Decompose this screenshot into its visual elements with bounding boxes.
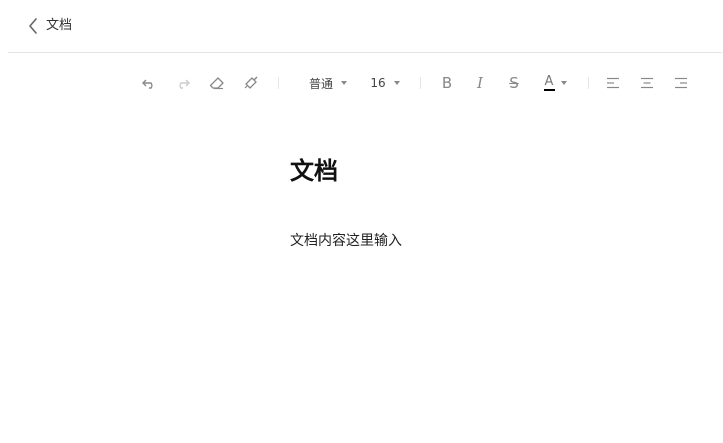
font-color-glyph: A <box>544 73 554 89</box>
strikethrough-icon: S <box>509 73 519 92</box>
header-bar: 文档 <box>0 0 723 52</box>
back-label: 文档 <box>46 18 73 33</box>
toolbar-divider <box>278 77 279 89</box>
font-color-button[interactable]: A <box>538 70 572 96</box>
caret-down-icon <box>560 81 567 85</box>
italic-button[interactable]: I <box>470 70 490 96</box>
document-body[interactable]: 文档内容这里输入 <box>290 230 402 252</box>
redo-button[interactable] <box>173 70 193 96</box>
caret-down-icon <box>393 81 400 85</box>
align-left-icon <box>606 77 620 89</box>
undo-button[interactable] <box>139 70 159 96</box>
font-color-icon: A <box>543 73 555 91</box>
paragraph-style-select[interactable]: 普通 <box>302 70 354 96</box>
font-color-swatch <box>543 88 555 91</box>
editor-page: 文档 普通 16 B I S A 文档 文档内容这里输入 <box>0 0 723 443</box>
format-painter-icon <box>243 75 259 91</box>
clear-format-button[interactable] <box>207 70 227 96</box>
bold-button[interactable]: B <box>437 70 457 96</box>
font-size-select[interactable]: 16 <box>367 70 403 96</box>
align-center-icon <box>640 77 654 89</box>
align-center-button[interactable] <box>637 70 657 96</box>
bold-icon: B <box>441 73 453 92</box>
back-button[interactable]: 文档 <box>28 14 72 38</box>
strikethrough-button[interactable]: S <box>504 70 524 96</box>
format-painter-button[interactable] <box>241 70 261 96</box>
document-title[interactable]: 文档 <box>290 154 338 188</box>
italic-icon: I <box>477 73 483 92</box>
undo-icon <box>141 77 157 89</box>
align-right-icon <box>674 77 688 89</box>
toolbar-divider <box>588 77 589 89</box>
toolbar-divider <box>420 77 421 89</box>
eraser-icon <box>209 76 225 90</box>
caret-down-icon <box>341 81 347 85</box>
editor-toolbar: 普通 16 B I S A <box>0 70 723 96</box>
chevron-left-icon <box>28 18 38 34</box>
header-divider <box>8 52 722 53</box>
redo-icon <box>175 77 191 89</box>
align-left-button[interactable] <box>603 70 623 96</box>
align-right-button[interactable] <box>671 70 691 96</box>
paragraph-style-value: 普通 <box>308 76 333 91</box>
font-size-value: 16 <box>370 76 386 90</box>
